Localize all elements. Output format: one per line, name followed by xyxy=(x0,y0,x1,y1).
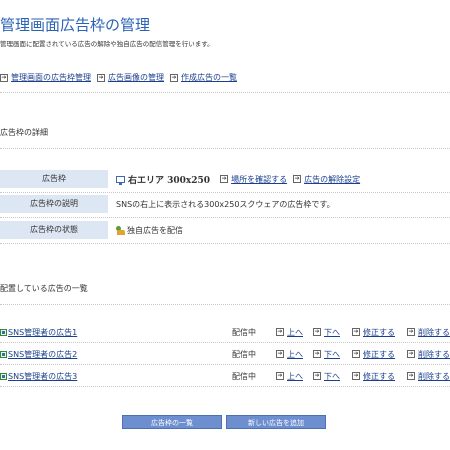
ad-slot-list-button[interactable]: 広告枠の一覧 xyxy=(122,415,222,429)
nav-created-ads-list[interactable]: 作成広告の一覧 xyxy=(181,72,237,83)
arrow-right-icon: ➔ xyxy=(293,175,302,183)
table-row: SNS管理者の広告3 配信中 ➔ 上へ ➔ 下へ ➔ 修正する ➔ 削除する xyxy=(0,368,450,384)
ad-removal-settings-link[interactable]: 広告の解除設定 xyxy=(304,174,360,185)
ad-icon xyxy=(0,372,7,380)
detail-label-slot: 広告枠 xyxy=(0,170,108,188)
arrow-right-icon: ➔ xyxy=(170,73,178,82)
arrow-right-icon: ➔ xyxy=(276,372,284,380)
user-icon xyxy=(116,225,125,235)
ad-status: 配信中 xyxy=(232,327,256,337)
arrow-right-icon: ➔ xyxy=(407,328,415,336)
arrow-right-icon: ➔ xyxy=(313,328,321,336)
divider xyxy=(0,148,450,149)
arrow-right-icon: ➔ xyxy=(313,350,321,358)
move-up-link[interactable]: 上へ xyxy=(287,327,303,338)
edit-link[interactable]: 修正する xyxy=(363,371,395,382)
divider xyxy=(0,217,450,218)
divider xyxy=(0,192,450,193)
check-location-link[interactable]: 場所を確認する xyxy=(231,174,287,185)
ad-name-link[interactable]: SNS管理者の広告3 xyxy=(8,371,77,382)
ad-icon xyxy=(0,350,7,358)
arrow-right-icon: ➔ xyxy=(407,350,415,358)
add-new-ad-button[interactable]: 新しい広告を追加 xyxy=(226,415,326,429)
monitor-icon xyxy=(116,175,125,185)
divider xyxy=(0,386,450,387)
move-up-link[interactable]: 上へ xyxy=(287,371,303,382)
divider xyxy=(0,304,450,305)
page-description: 管理画面に配置されている広告の解除や独自広告の配信管理を行います。 xyxy=(0,40,214,48)
details-heading: 広告枠の詳細 xyxy=(0,128,48,137)
detail-label-description: 広告枠の説明 xyxy=(0,195,108,213)
slot-name: 右エリア 300x250 xyxy=(128,175,211,186)
detail-value-description: SNSの右上に表示される300x250スクウェアの広告枠です。 xyxy=(116,199,335,209)
arrow-right-icon: ➔ xyxy=(352,372,360,380)
ad-name-link[interactable]: SNS管理者の広告1 xyxy=(8,327,77,338)
arrow-right-icon: ➔ xyxy=(276,328,284,336)
top-nav: ➔ 管理画面の広告枠管理 ➔ 広告画像の管理 ➔ 作成広告の一覧 xyxy=(0,72,237,83)
detail-value-slot: 右エリア 300x250 ➔ 場所を確認する ➔ 広告の解除設定 xyxy=(116,170,360,188)
divider xyxy=(0,92,450,93)
edit-link[interactable]: 修正する xyxy=(363,327,395,338)
divider xyxy=(0,243,450,244)
divider xyxy=(0,342,450,343)
table-row: SNS管理者の広告1 配信中 ➔ 上へ ➔ 下へ ➔ 修正する ➔ 削除する xyxy=(0,324,450,340)
page-title: 管理画面広告枠の管理 xyxy=(0,16,151,34)
move-up-link[interactable]: 上へ xyxy=(287,349,303,360)
status-text: 独自広告を配信 xyxy=(127,225,183,235)
move-down-link[interactable]: 下へ xyxy=(324,349,340,360)
arrow-right-icon: ➔ xyxy=(352,350,360,358)
arrow-right-icon: ➔ xyxy=(276,350,284,358)
arrow-right-icon: ➔ xyxy=(220,175,229,183)
move-down-link[interactable]: 下へ xyxy=(324,371,340,382)
table-row: SNS管理者の広告2 配信中 ➔ 上へ ➔ 下へ ➔ 修正する ➔ 削除する xyxy=(0,346,450,362)
divider xyxy=(0,364,450,365)
arrow-right-icon: ➔ xyxy=(0,73,8,82)
ad-status: 配信中 xyxy=(232,349,256,359)
delete-link[interactable]: 削除する xyxy=(418,327,450,338)
ad-status: 配信中 xyxy=(232,371,256,381)
detail-value-status: 独自広告を配信 xyxy=(116,221,183,239)
arrow-right-icon: ➔ xyxy=(352,328,360,336)
ad-name-link[interactable]: SNS管理者の広告2 xyxy=(8,349,77,360)
delete-link[interactable]: 削除する xyxy=(418,371,450,382)
ad-icon xyxy=(0,328,7,336)
arrow-right-icon: ➔ xyxy=(313,372,321,380)
edit-link[interactable]: 修正する xyxy=(363,349,395,360)
detail-label-status: 広告枠の状態 xyxy=(0,221,108,239)
ads-heading: 配置している広告の一覧 xyxy=(0,284,88,293)
arrow-right-icon: ➔ xyxy=(97,73,105,82)
move-down-link[interactable]: 下へ xyxy=(324,327,340,338)
arrow-right-icon: ➔ xyxy=(407,372,415,380)
delete-link[interactable]: 削除する xyxy=(418,349,450,360)
nav-ad-slot-management[interactable]: 管理画面の広告枠管理 xyxy=(11,72,91,83)
nav-ad-image-management[interactable]: 広告画像の管理 xyxy=(108,72,164,83)
